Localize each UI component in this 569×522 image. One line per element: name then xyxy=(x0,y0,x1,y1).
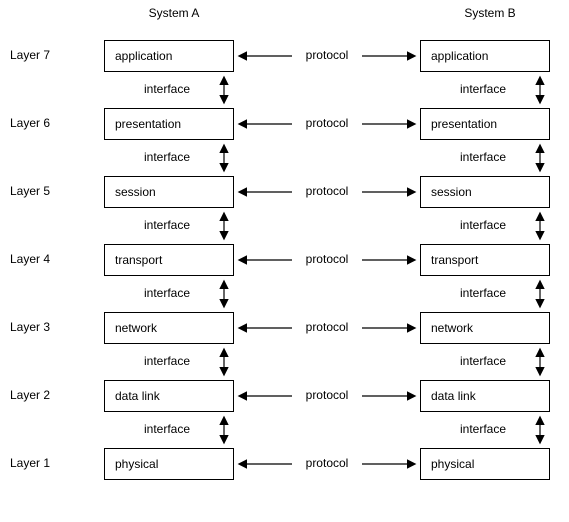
osi-diagram: System A System B Layer 7 application ap… xyxy=(0,0,569,522)
box-a-application: application xyxy=(104,40,234,72)
layer-label-4: Layer 4 xyxy=(10,252,70,266)
interface-b-34: interface xyxy=(460,286,520,300)
layer-label-6: Layer 6 xyxy=(10,116,70,130)
interface-b-67: interface xyxy=(460,82,520,96)
box-a-datalink-text: data link xyxy=(115,389,160,403)
protocol-label-6: protocol xyxy=(297,116,357,130)
box-b-datalink-text: data link xyxy=(431,389,476,403)
box-a-datalink: data link xyxy=(104,380,234,412)
layer-label-3: Layer 3 xyxy=(10,320,70,334)
box-a-presentation-text: presentation xyxy=(115,117,181,131)
box-a-transport: transport xyxy=(104,244,234,276)
box-b-transport-text: transport xyxy=(431,253,478,267)
interface-a-34: interface xyxy=(144,286,204,300)
box-a-session-text: session xyxy=(115,185,156,199)
box-b-session: session xyxy=(420,176,550,208)
interface-a-45: interface xyxy=(144,218,204,232)
interface-a-67: interface xyxy=(144,82,204,96)
interface-a-12: interface xyxy=(144,422,204,436)
box-b-presentation: presentation xyxy=(420,108,550,140)
protocol-label-3: protocol xyxy=(297,320,357,334)
box-b-physical: physical xyxy=(420,448,550,480)
box-b-datalink: data link xyxy=(420,380,550,412)
box-b-network-text: network xyxy=(431,321,473,335)
protocol-label-5: protocol xyxy=(297,184,357,198)
interface-a-56: interface xyxy=(144,150,204,164)
layer-label-5: Layer 5 xyxy=(10,184,70,198)
header-system-b: System B xyxy=(420,6,560,20)
interface-b-56: interface xyxy=(460,150,520,164)
protocol-label-1: protocol xyxy=(297,456,357,470)
box-b-presentation-text: presentation xyxy=(431,117,497,131)
header-system-a: System A xyxy=(104,6,244,20)
box-b-transport: transport xyxy=(420,244,550,276)
box-a-application-text: application xyxy=(115,49,172,63)
box-a-presentation: presentation xyxy=(104,108,234,140)
box-a-transport-text: transport xyxy=(115,253,162,267)
box-a-network-text: network xyxy=(115,321,157,335)
box-a-physical: physical xyxy=(104,448,234,480)
box-b-session-text: session xyxy=(431,185,472,199)
box-a-physical-text: physical xyxy=(115,457,158,471)
box-b-physical-text: physical xyxy=(431,457,474,471)
box-a-network: network xyxy=(104,312,234,344)
interface-b-23: interface xyxy=(460,354,520,368)
layer-label-1: Layer 1 xyxy=(10,456,70,470)
protocol-label-7: protocol xyxy=(297,48,357,62)
layer-label-7: Layer 7 xyxy=(10,48,70,62)
layer-label-2: Layer 2 xyxy=(10,388,70,402)
box-b-application: application xyxy=(420,40,550,72)
box-b-application-text: application xyxy=(431,49,488,63)
box-b-network: network xyxy=(420,312,550,344)
box-a-session: session xyxy=(104,176,234,208)
protocol-label-2: protocol xyxy=(297,388,357,402)
interface-a-23: interface xyxy=(144,354,204,368)
interface-b-12: interface xyxy=(460,422,520,436)
interface-b-45: interface xyxy=(460,218,520,232)
protocol-label-4: protocol xyxy=(297,252,357,266)
